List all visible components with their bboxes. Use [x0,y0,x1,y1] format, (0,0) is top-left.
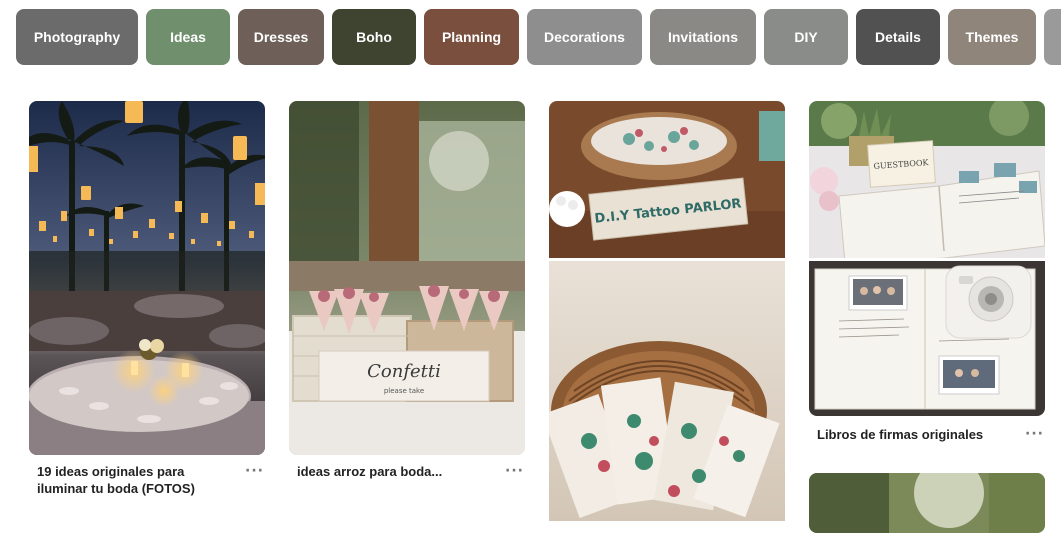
pin-more-options-icon[interactable]: ··· [1025,427,1044,441]
chip-boho[interactable]: Boho [332,9,416,65]
confetti-sign-text: Confetti [367,361,441,382]
chip-decorations[interactable]: Decorations [527,9,642,65]
chip-label: DIY [794,29,818,45]
chip-label: Ideas [170,29,206,45]
confetti-photo: Confetti please take [289,101,525,455]
chip-partial[interactable] [1044,9,1061,65]
pin-image-lanterns[interactable] [29,101,265,455]
chip-planning[interactable]: Planning [424,9,519,65]
partial-photo [809,473,1045,533]
chip-label: Planning [441,29,502,45]
chip-ideas[interactable]: Ideas [146,9,230,65]
pin-image-partial[interactable] [809,473,1045,533]
chip-photography[interactable]: Photography [16,9,138,65]
chip-label: Invitations [667,29,738,45]
polaroid-guestbook-photo [809,261,1045,416]
pin-image-tattoo-basket[interactable] [549,261,785,521]
chip-label: Photography [33,29,121,45]
chip-details[interactable]: Details [856,9,940,65]
chip-label: Boho [356,29,392,45]
pin-image-polaroid-guestbook[interactable] [809,261,1045,416]
pin-title-guestbook[interactable]: Libros de firmas originales [817,426,1017,443]
pin-title-lanterns[interactable]: 19 ideas originales para iluminar tu bod… [37,463,237,497]
chip-label: Details [875,29,921,45]
confetti-sign-subtext: please take [384,387,424,395]
chip-label: Themes [965,29,1019,45]
pin-image-confetti[interactable]: Confetti please take [289,101,525,455]
pin-more-options-icon[interactable]: ··· [505,464,524,478]
pin-title-confetti[interactable]: ideas arroz para boda... [297,463,497,480]
chip-diy[interactable]: DIY [764,9,848,65]
lanterns-photo [29,101,265,455]
pin-more-options-icon[interactable]: ··· [245,464,264,478]
pin-image-guestbook[interactable]: GUESTBOOK [809,101,1045,258]
chip-themes[interactable]: Themes [948,9,1036,65]
guestbook-photo: GUESTBOOK [809,101,1045,258]
category-chips-bar: Photography Ideas Dresses Boho Planning … [0,0,1061,80]
chip-dresses[interactable]: Dresses [238,9,324,65]
chip-invitations[interactable]: Invitations [650,9,756,65]
chip-label: Dresses [253,29,309,45]
tattoo-basket-photo [549,261,785,521]
chip-label: Decorations [544,29,625,45]
pin-image-tattoo-parlor[interactable]: D.I.Y Tattoo PARLOR [549,101,785,258]
tattoo-parlor-photo: D.I.Y Tattoo PARLOR [549,101,785,258]
